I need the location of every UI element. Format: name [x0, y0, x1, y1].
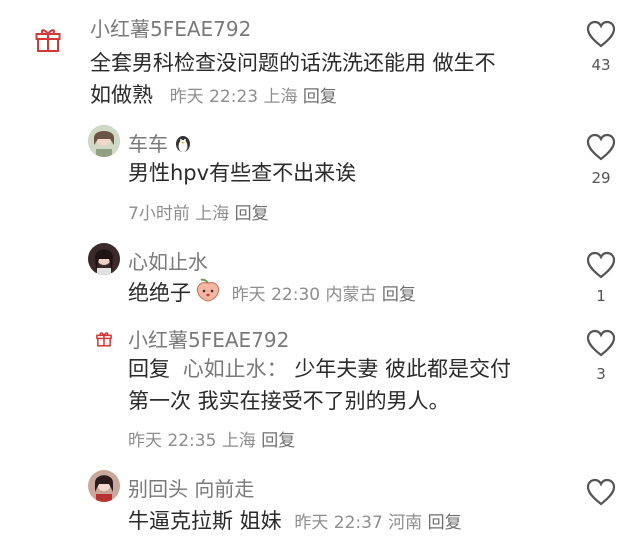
heart-icon [586, 329, 616, 357]
avatar[interactable] [92, 327, 116, 351]
comment-meta: 7小时前 上海 回复 [128, 204, 269, 224]
username[interactable]: 心如止水 [128, 246, 208, 275]
reply-button[interactable]: 回复 [382, 285, 416, 305]
gift-icon [96, 332, 112, 347]
like-count: 29 [591, 169, 611, 187]
like-button[interactable] [581, 478, 621, 506]
comment-text: 绝绝子 昨天 22:30 内蒙古 回复 [128, 277, 416, 311]
peach-emoji-icon [195, 278, 221, 311]
comment-text: 牛逼克拉斯 姐妹 昨天 22:37 河南 回复 [128, 509, 462, 533]
like-count: 43 [591, 56, 611, 74]
like-button[interactable]: 1 [581, 251, 621, 305]
avatar[interactable] [26, 18, 70, 62]
username[interactable]: 车车 [128, 128, 192, 158]
comment-meta: 昨天 22:23 上海 回复 [169, 87, 337, 107]
comment-text: 回复 心如止水： 少年夫妻 彼此都是交付 第一次 我实在接受不了别的男人。 [128, 357, 512, 413]
username[interactable]: 别回头 向前走 [128, 473, 254, 502]
like-count: 1 [596, 287, 606, 305]
user-photo-icon [88, 470, 120, 502]
comment-meta: 昨天 22:35 上海 回复 [128, 431, 296, 451]
like-count: 3 [596, 365, 606, 383]
comment-item: 心如止水 绝绝子 昨天 22:30 内蒙古 回复 1 [0, 235, 640, 315]
penguin-emoji-icon [174, 133, 192, 158]
username[interactable]: 小红薯5FEAE792 [128, 324, 289, 353]
comment-text: 男性hpv有些查不出来诶 [128, 161, 357, 185]
comment-item: 小红薯5FEAE792 回复 心如止水： 少年夫妻 彼此都是交付 第一次 我实在… [0, 315, 640, 455]
like-button[interactable]: 3 [581, 329, 621, 383]
reply-button[interactable]: 回复 [303, 87, 337, 107]
like-button[interactable]: 43 [581, 20, 621, 74]
heart-icon [586, 133, 616, 161]
avatar[interactable] [88, 470, 120, 502]
comment-item: 车车 男性hpv有些查不出来诶 7小时前 上海 回复 29 [0, 120, 640, 235]
user-photo-icon [88, 243, 120, 275]
heart-icon [586, 478, 616, 506]
reply-button[interactable]: 回复 [261, 431, 295, 451]
reply-target-mention[interactable]: 心如止水： [183, 357, 288, 381]
heart-icon [586, 251, 616, 279]
gift-icon [35, 29, 61, 52]
like-button[interactable]: 29 [581, 133, 621, 187]
user-photo-icon [88, 125, 120, 157]
comment-item: 别回头 向前走 牛逼克拉斯 姐妹 昨天 22:37 河南 回复 [0, 462, 640, 548]
avatar[interactable] [88, 125, 120, 157]
comment-item: 小红薯5FEAE792 全套男科检查没问题的话洗洗还能用 做生不 如做熟 昨天 … [0, 0, 640, 120]
avatar[interactable] [88, 243, 120, 275]
comment-meta: 昨天 22:30 内蒙古 回复 [231, 285, 416, 305]
reply-button[interactable]: 回复 [235, 204, 269, 224]
comment-text: 全套男科检查没问题的话洗洗还能用 做生不 如做熟 昨天 22:23 上海 回复 [90, 51, 496, 107]
reply-button[interactable]: 回复 [428, 513, 462, 533]
heart-icon [586, 20, 616, 48]
username[interactable]: 小红薯5FEAE792 [90, 13, 251, 42]
comment-meta: 昨天 22:37 河南 回复 [294, 513, 462, 533]
